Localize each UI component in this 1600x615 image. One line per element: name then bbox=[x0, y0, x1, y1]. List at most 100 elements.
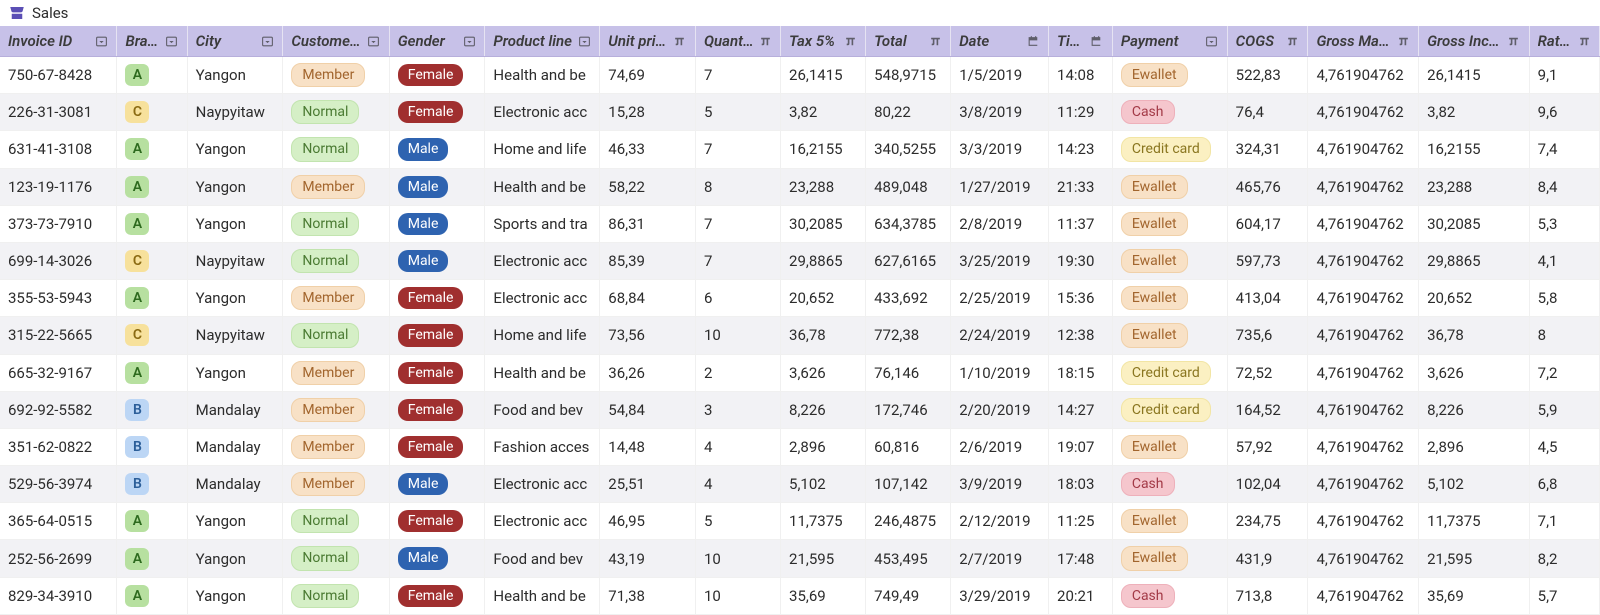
cell-branch[interactable]: A bbox=[117, 503, 187, 540]
cell-invoice[interactable]: 315-22-5665 bbox=[0, 317, 117, 354]
cell-gmp[interactable]: 4,761904762 bbox=[1308, 540, 1419, 577]
cell-branch[interactable]: A bbox=[117, 540, 187, 577]
sales-table[interactable]: Invoice IDBranchCityCustomer tyGenderPro… bbox=[0, 26, 1600, 615]
cell-qty[interactable]: 7 bbox=[695, 205, 780, 242]
table-row[interactable]: 365-64-0515AYangonNormalFemaleElectronic… bbox=[0, 503, 1600, 540]
cell-time[interactable]: 12:38 bbox=[1049, 317, 1113, 354]
cell-gender[interactable]: Female bbox=[389, 391, 485, 428]
cell-cogs[interactable]: 57,92 bbox=[1227, 428, 1308, 465]
table-row[interactable]: 252-56-2699AYangonNormalMaleFood and bev… bbox=[0, 540, 1600, 577]
cell-uprice[interactable]: 71,38 bbox=[600, 577, 696, 614]
cell-qty[interactable]: 10 bbox=[695, 317, 780, 354]
cell-product[interactable]: Home and life bbox=[485, 131, 600, 168]
cell-city[interactable]: Yangon bbox=[187, 577, 283, 614]
cell-time[interactable]: 21:33 bbox=[1049, 168, 1113, 205]
cell-cogs[interactable]: 465,76 bbox=[1227, 168, 1308, 205]
cell-city[interactable]: Yangon bbox=[187, 131, 283, 168]
cell-product[interactable]: Electronic acc bbox=[485, 242, 600, 279]
cell-time[interactable]: 15:36 bbox=[1049, 280, 1113, 317]
cell-invoice[interactable]: 631-41-3108 bbox=[0, 131, 117, 168]
cell-date[interactable]: 2/7/2019 bbox=[951, 540, 1049, 577]
cell-date[interactable]: 2/8/2019 bbox=[951, 205, 1049, 242]
cell-uprice[interactable]: 25,51 bbox=[600, 466, 696, 503]
cell-total[interactable]: 433,692 bbox=[866, 280, 951, 317]
cell-gmp[interactable]: 4,761904762 bbox=[1308, 428, 1419, 465]
cell-uprice[interactable]: 36,26 bbox=[600, 354, 696, 391]
cell-total[interactable]: 107,142 bbox=[866, 466, 951, 503]
cell-uprice[interactable]: 54,84 bbox=[600, 391, 696, 428]
table-row[interactable]: 631-41-3108AYangonNormalMaleHome and lif… bbox=[0, 131, 1600, 168]
cell-product[interactable]: Fashion acces bbox=[485, 428, 600, 465]
cell-tax[interactable]: 23,288 bbox=[781, 168, 866, 205]
cell-branch[interactable]: B bbox=[117, 428, 187, 465]
cell-rating[interactable]: 5,3 bbox=[1529, 205, 1599, 242]
cell-rating[interactable]: 9,1 bbox=[1529, 57, 1599, 94]
cell-uprice[interactable]: 46,95 bbox=[600, 503, 696, 540]
cell-time[interactable]: 11:29 bbox=[1049, 94, 1113, 131]
cell-gmp[interactable]: 4,761904762 bbox=[1308, 577, 1419, 614]
cell-payment[interactable]: Credit card bbox=[1112, 354, 1227, 391]
cell-branch[interactable]: A bbox=[117, 354, 187, 391]
cell-tax[interactable]: 35,69 bbox=[781, 577, 866, 614]
cell-gender[interactable]: Female bbox=[389, 280, 485, 317]
cell-total[interactable]: 489,048 bbox=[866, 168, 951, 205]
cell-total[interactable]: 453,495 bbox=[866, 540, 951, 577]
cell-qty[interactable]: 10 bbox=[695, 540, 780, 577]
cell-gmp[interactable]: 4,761904762 bbox=[1308, 131, 1419, 168]
cell-date[interactable]: 1/10/2019 bbox=[951, 354, 1049, 391]
table-row[interactable]: 355-53-5943AYangonMemberFemaleElectronic… bbox=[0, 280, 1600, 317]
cell-payment[interactable]: Ewallet bbox=[1112, 57, 1227, 94]
cell-time[interactable]: 18:03 bbox=[1049, 466, 1113, 503]
cell-gi[interactable]: 36,78 bbox=[1419, 317, 1530, 354]
cell-product[interactable]: Electronic acc bbox=[485, 466, 600, 503]
table-row[interactable]: 226-31-3081CNaypyitawNormalFemaleElectro… bbox=[0, 94, 1600, 131]
cell-total[interactable]: 634,3785 bbox=[866, 205, 951, 242]
cell-time[interactable]: 17:48 bbox=[1049, 540, 1113, 577]
cell-time[interactable]: 11:37 bbox=[1049, 205, 1113, 242]
cell-product[interactable]: Electronic acc bbox=[485, 280, 600, 317]
column-header-time[interactable]: Time bbox=[1049, 26, 1113, 57]
cell-city[interactable]: Yangon bbox=[187, 354, 283, 391]
cell-time[interactable]: 14:23 bbox=[1049, 131, 1113, 168]
cell-gender[interactable]: Male bbox=[389, 540, 485, 577]
table-row[interactable]: 123-19-1176AYangonMemberMaleHealth and b… bbox=[0, 168, 1600, 205]
cell-gmp[interactable]: 4,761904762 bbox=[1308, 242, 1419, 279]
cell-tax[interactable]: 29,8865 bbox=[781, 242, 866, 279]
cell-date[interactable]: 1/5/2019 bbox=[951, 57, 1049, 94]
cell-qty[interactable]: 2 bbox=[695, 354, 780, 391]
column-header-rating[interactable]: Rating bbox=[1529, 26, 1599, 57]
cell-cogs[interactable]: 72,52 bbox=[1227, 354, 1308, 391]
cell-city[interactable]: Naypyitaw bbox=[187, 94, 283, 131]
cell-invoice[interactable]: 529-56-3974 bbox=[0, 466, 117, 503]
cell-rating[interactable]: 5,8 bbox=[1529, 280, 1599, 317]
cell-qty[interactable]: 10 bbox=[695, 577, 780, 614]
cell-total[interactable]: 76,146 bbox=[866, 354, 951, 391]
cell-tax[interactable]: 3,626 bbox=[781, 354, 866, 391]
cell-rating[interactable]: 9,6 bbox=[1529, 94, 1599, 131]
cell-gi[interactable]: 11,7375 bbox=[1419, 503, 1530, 540]
cell-total[interactable]: 772,38 bbox=[866, 317, 951, 354]
table-row[interactable]: 699-14-3026CNaypyitawNormalMaleElectroni… bbox=[0, 242, 1600, 279]
cell-gender[interactable]: Female bbox=[389, 577, 485, 614]
cell-qty[interactable]: 7 bbox=[695, 131, 780, 168]
cell-rating[interactable]: 4,1 bbox=[1529, 242, 1599, 279]
cell-payment[interactable]: Cash bbox=[1112, 94, 1227, 131]
cell-tax[interactable]: 3,82 bbox=[781, 94, 866, 131]
cell-qty[interactable]: 6 bbox=[695, 280, 780, 317]
cell-date[interactable]: 2/6/2019 bbox=[951, 428, 1049, 465]
cell-gmp[interactable]: 4,761904762 bbox=[1308, 391, 1419, 428]
cell-qty[interactable]: 4 bbox=[695, 428, 780, 465]
cell-rating[interactable]: 6,8 bbox=[1529, 466, 1599, 503]
cell-product[interactable]: Home and life bbox=[485, 317, 600, 354]
cell-cogs[interactable]: 604,17 bbox=[1227, 205, 1308, 242]
cell-uprice[interactable]: 14,48 bbox=[600, 428, 696, 465]
cell-invoice[interactable]: 355-53-5943 bbox=[0, 280, 117, 317]
cell-product[interactable]: Health and be bbox=[485, 354, 600, 391]
cell-total[interactable]: 60,816 bbox=[866, 428, 951, 465]
cell-date[interactable]: 3/3/2019 bbox=[951, 131, 1049, 168]
cell-date[interactable]: 2/20/2019 bbox=[951, 391, 1049, 428]
cell-payment[interactable]: Ewallet bbox=[1112, 205, 1227, 242]
table-row[interactable]: 750-67-8428AYangonMemberFemaleHealth and… bbox=[0, 57, 1600, 94]
cell-gmp[interactable]: 4,761904762 bbox=[1308, 94, 1419, 131]
cell-time[interactable]: 14:08 bbox=[1049, 57, 1113, 94]
